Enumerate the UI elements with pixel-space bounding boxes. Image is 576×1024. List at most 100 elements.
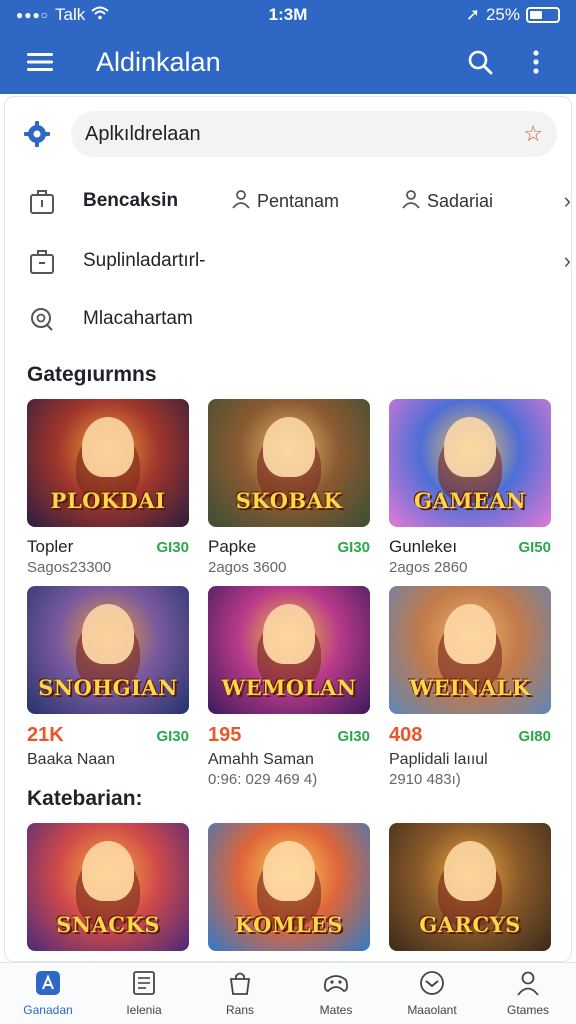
card-header-row: Topler GI30 [27,537,189,557]
search-placeholder: Aplkıldrelaan [85,122,201,145]
card-title: Paplidali laııul [389,751,488,768]
sub-item-pentanam[interactable]: Pentanam [231,189,339,214]
card-title: Gunlekeı [389,537,458,556]
sub-item-label: Sadariai [427,190,494,211]
game-thumbnail[interactable]: WEINALK [389,586,551,714]
battery-icon [526,7,560,23]
card-title: Topler [27,537,74,556]
more-options-icon[interactable] [518,44,554,80]
thumbnail-title: GARCYS [419,912,521,937]
gear-icon[interactable] [21,120,53,148]
nav-item-ganadan[interactable]: Ganadan [0,963,96,1024]
nav-item-mates[interactable]: Mates [288,963,384,1024]
star-icon[interactable]: ☆ [523,121,543,147]
nav-label: Ganadan [23,1003,73,1017]
character-art [82,417,134,477]
thumbnail-title: WEMOLAN [221,675,357,700]
game-thumbnail[interactable]: GAMEAN [389,399,551,527]
search-input[interactable]: Aplkıldrelaan ☆ [71,111,557,157]
game-thumbnail[interactable]: KOMLES [208,823,370,951]
game-card[interactable]: SNACKS [27,823,189,951]
nav-item-rans[interactable]: Rans [192,963,288,1024]
app-store-icon [35,970,61,999]
character-art [444,417,496,477]
section-title-categories: Gategıurmns [27,363,157,386]
game-card[interactable]: WEMOLAN 195 GI30 Amahh Saman 0:96: 029 469 4… [208,586,370,788]
card-header-row: Gunlekeı GI50 [389,537,551,557]
card-badge: GI30 [156,539,189,556]
game-card[interactable]: GAMEAN Gunlekeı GI50 2agos 2860 [389,399,551,576]
person-icon [515,970,541,999]
card-header-row: 21K GI30 [27,724,189,747]
character-art [82,841,134,901]
thumbnail-title: SKOBAK [235,488,343,513]
status-bar: ●●●○ Talk 1:3M ➚ 25% [0,0,576,30]
menu-row-2[interactable]: Suplinladartırl- › [27,241,571,281]
game-thumbnail[interactable]: WEMOLAN [208,586,370,714]
card-badge: GI30 [337,539,370,556]
card-title: Amahh Saman [208,751,314,768]
menu-label-3: Mlacahartam [83,308,193,329]
menu-label-1: Bencaksin [83,190,179,211]
character-art [444,604,496,664]
nav-item-maaolant[interactable]: Maaolant [384,963,480,1024]
sub-item-sadariai[interactable]: Sadariai [401,189,493,214]
card-header-row: 408 GI80 [389,724,551,747]
card-subtitle: 2910 483ı) [389,771,461,788]
thumbnail-title: WEINALK [409,675,531,700]
user-icon [401,189,421,214]
game-card[interactable]: GARCYS [389,823,551,951]
game-thumbnail[interactable]: SNOHGIAN [27,586,189,714]
wifi-icon [91,5,109,25]
game-card[interactable]: PLOKDAI Topler GI30 Sagos23300 [27,399,189,576]
card-subtitle: 0:96: 029 469 4) [208,771,318,788]
menu-icon[interactable] [22,44,58,80]
sub-item-label: Pentanam [257,190,340,211]
game-thumbnail[interactable]: PLOKDAI [27,399,189,527]
search-circle-icon [27,304,57,334]
game-thumbnail[interactable]: SNACKS [27,823,189,951]
user-icon [231,189,251,214]
nav-item-gtames[interactable]: Gtames [480,963,576,1024]
nav-label: Maaolant [407,1003,457,1017]
thumbnail-title: SNACKS [56,912,160,937]
bag-icon [27,246,57,276]
card-header-row: 195 GI30 [208,724,370,747]
nav-item-ielenia[interactable]: Ielenia [96,963,192,1024]
search-icon[interactable] [462,44,498,80]
card-badge: GI50 [518,539,551,556]
nav-label: Ielenia [126,1003,162,1017]
character-art [263,604,315,664]
card-subtitle: 2agos 3600 [208,559,287,576]
game-card[interactable]: KOMLES [208,823,370,951]
chevron-right-icon: › [563,248,571,273]
game-card[interactable]: SKOBAK Papke GI30 2agos 3600 [208,399,370,576]
thumbnail-title: SNOHGIAN [38,675,178,700]
card-subtitle: 2agos 2860 [389,559,468,576]
card-badge: GI30 [337,728,370,745]
character-art [263,417,315,477]
nav-label: Rans [225,1003,254,1017]
game-thumbnail[interactable]: GARCYS [389,823,551,951]
game-card[interactable]: SNOHGIAN 21K GI30 Baaka Naan [27,586,189,769]
app-bar: Aldinkalan [0,30,576,94]
download-icon [419,970,445,999]
nav-label: Mates [319,1003,353,1017]
card-count: 408 [389,724,423,746]
menu-row-3[interactable]: Mlacahartam [27,299,551,339]
main-panel: Aplkıldrelaan ☆ Bencaksin Pentanam Sadar… [4,96,572,962]
lock-icon [27,186,57,216]
game-card[interactable]: WEINALK 408 GI80 Paplidali laııul 2910 483ı) [389,586,551,788]
bag-icon [227,970,253,999]
list-icon [132,970,156,999]
status-time: 1:3M [268,5,308,24]
bottom-nav: Ganadan Ielenia Rans Mates Maaolant Gtames [0,962,576,1024]
thumbnail-title: PLOKDAI [50,488,166,513]
section-title-second: Katebarian: [27,787,143,810]
menu-row-1[interactable]: Bencaksin Pentanam Sadariai › [27,181,571,221]
search-row: Aplkıldrelaan ☆ [21,111,561,157]
chevron-right-icon: › [563,188,571,213]
battery-percent: 25% [485,5,520,24]
game-thumbnail[interactable]: SKOBAK [208,399,370,527]
card-badge: GI80 [518,728,551,745]
